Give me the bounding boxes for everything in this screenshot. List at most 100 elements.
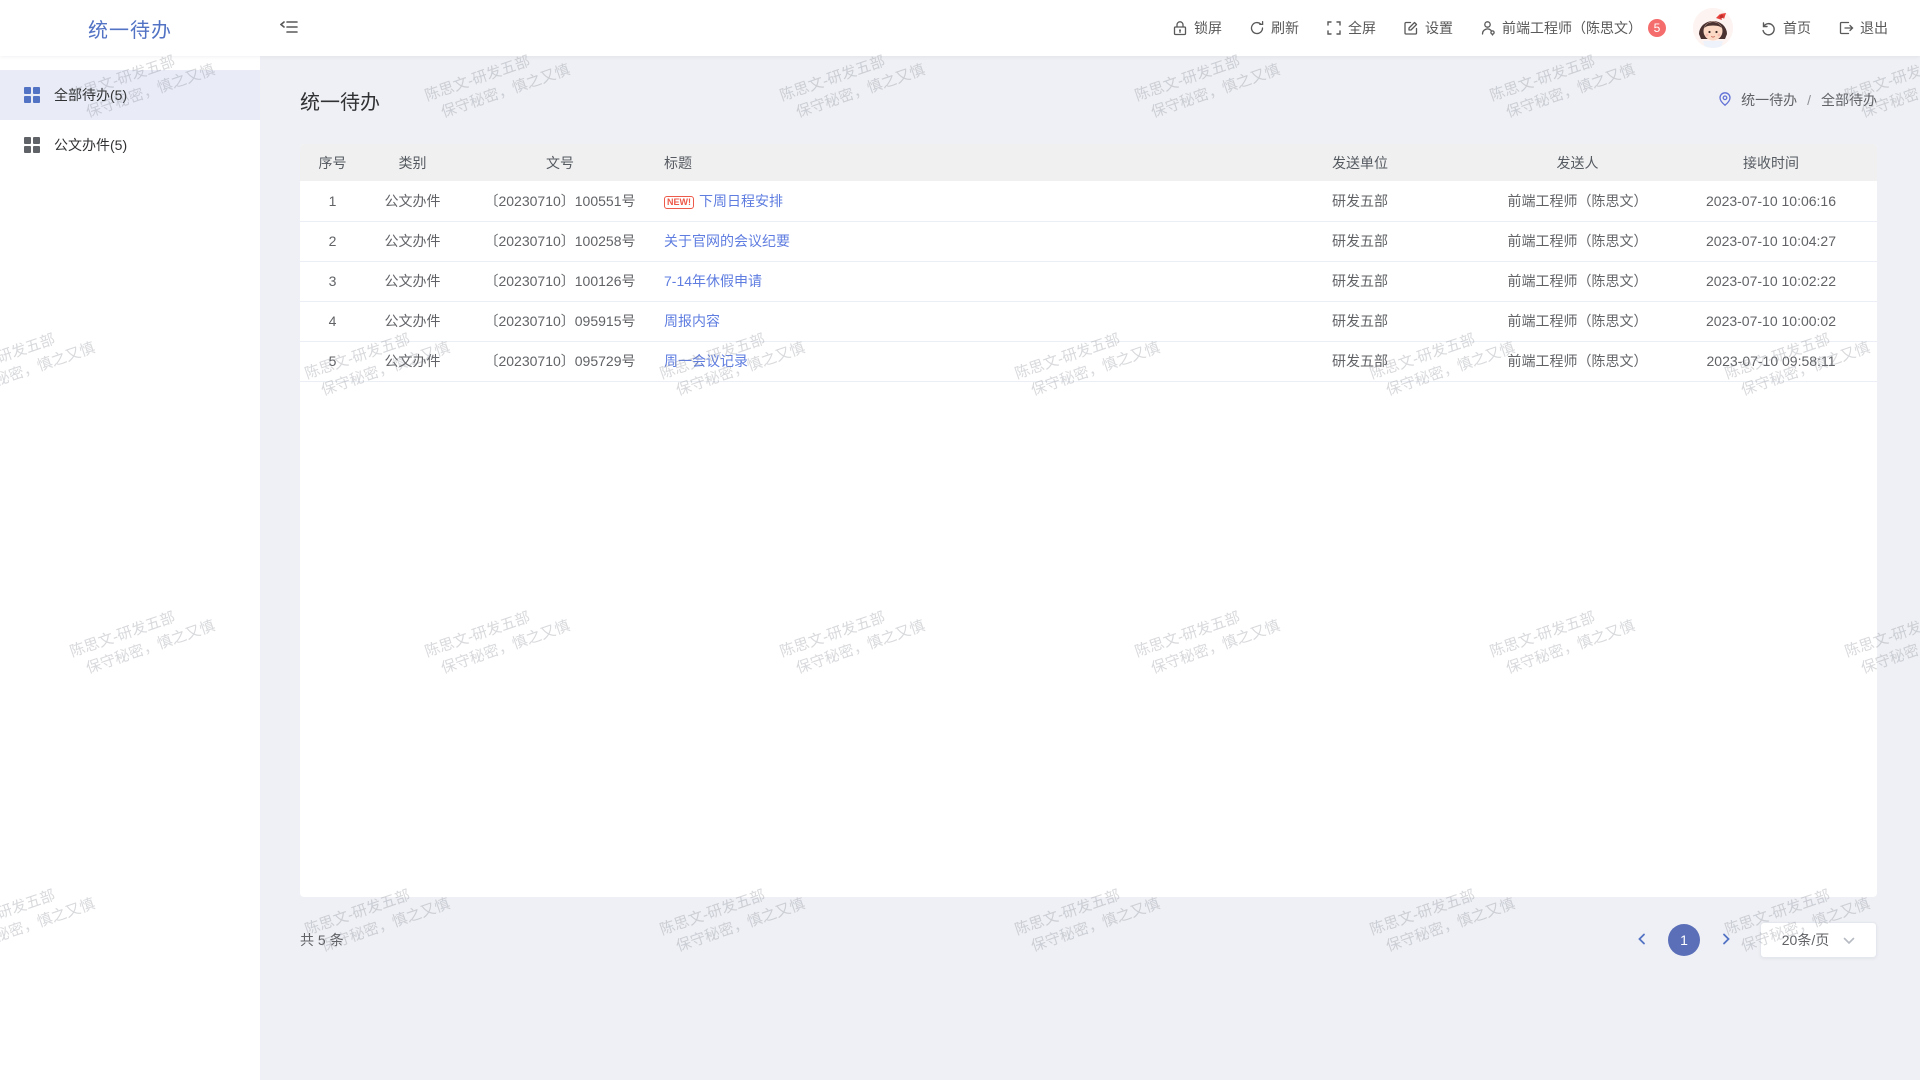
chevron-down-icon bbox=[1843, 932, 1855, 948]
cell-unit: 研发五部 bbox=[1230, 261, 1490, 301]
sidebar-item-all-todo[interactable]: 全部待办(5) bbox=[0, 70, 260, 120]
pagination-total: 共 5 条 bbox=[300, 930, 344, 950]
cell-sender: 前端工程师（陈思文） bbox=[1490, 301, 1665, 341]
page-head: 统一待办 统一待办 / 全部待办 bbox=[300, 56, 1877, 144]
current-user[interactable]: 前端工程师（陈思文） 5 bbox=[1480, 18, 1666, 38]
doc-title-link[interactable]: 7-14年休假申请 bbox=[664, 273, 762, 289]
home-undo-icon bbox=[1760, 20, 1777, 36]
table-header-row: 序号 类别 文号 标题 发送单位 发送人 接收时间 bbox=[300, 144, 1877, 181]
fullscreen-icon bbox=[1326, 20, 1342, 36]
app-logo: 统一待办 bbox=[0, 14, 260, 43]
fullscreen-label: 全屏 bbox=[1348, 18, 1376, 38]
sidebar: 全部待办(5) 公文办件(5) bbox=[0, 56, 260, 1080]
refresh-label: 刷新 bbox=[1271, 18, 1299, 38]
cell-category: 公文办件 bbox=[365, 261, 460, 301]
cell-seq: 4 bbox=[300, 301, 365, 341]
cell-title: 周一会议记录 bbox=[660, 341, 1230, 381]
table-row: 2 公文办件 〔20230710〕100258号 关于官网的会议纪要 研发五部 … bbox=[300, 221, 1877, 261]
table-row: 5 公文办件 〔20230710〕095729号 周一会议记录 研发五部 前端工… bbox=[300, 341, 1877, 381]
cell-doc-no: 〔20230710〕100258号 bbox=[460, 221, 660, 261]
chevron-left-icon bbox=[1636, 933, 1648, 948]
prev-page-button[interactable] bbox=[1634, 931, 1650, 950]
breadcrumb-item-current[interactable]: 全部待办 bbox=[1821, 90, 1877, 110]
table-row: 3 公文办件 〔20230710〕100126号 7-14年休假申请 研发五部 … bbox=[300, 261, 1877, 301]
grid-icon bbox=[24, 87, 40, 103]
sidebar-item-label: 公文办件(5) bbox=[54, 135, 127, 155]
lock-screen-label: 锁屏 bbox=[1194, 18, 1222, 38]
lock-screen-button[interactable]: 锁屏 bbox=[1172, 18, 1222, 38]
pagination-bar: 共 5 条 1 20条/页 bbox=[300, 922, 1877, 958]
sidebar-item-official-docs[interactable]: 公文办件(5) bbox=[0, 120, 260, 170]
col-header-sender: 发送人 bbox=[1490, 144, 1665, 181]
page-number-button[interactable]: 1 bbox=[1668, 924, 1700, 956]
doc-title-link[interactable]: 下周日程安排 bbox=[699, 193, 783, 209]
cell-received: 2023-07-10 10:02:22 bbox=[1665, 261, 1877, 301]
settings-edit-icon bbox=[1403, 20, 1419, 36]
location-pin-icon bbox=[1717, 91, 1733, 110]
cell-sender: 前端工程师（陈思文） bbox=[1490, 181, 1665, 221]
collapse-menu-icon bbox=[280, 19, 298, 38]
logout-icon bbox=[1838, 20, 1854, 36]
main-content: 统一待办 统一待办 / 全部待办 序号 bbox=[260, 56, 1920, 1080]
logout-button[interactable]: 退出 bbox=[1838, 18, 1888, 38]
cell-sender: 前端工程师（陈思文） bbox=[1490, 341, 1665, 381]
todo-table: 序号 类别 文号 标题 发送单位 发送人 接收时间 1 公文办件 〔202307… bbox=[300, 144, 1877, 382]
cell-sender: 前端工程师（陈思文） bbox=[1490, 261, 1665, 301]
cell-doc-no: 〔20230710〕095729号 bbox=[460, 341, 660, 381]
cell-title: NEW! 下周日程安排 bbox=[660, 181, 1230, 221]
col-header-received: 接收时间 bbox=[1665, 144, 1877, 181]
cell-title: 周报内容 bbox=[660, 301, 1230, 341]
cell-unit: 研发五部 bbox=[1230, 341, 1490, 381]
cell-received: 2023-07-10 10:04:27 bbox=[1665, 221, 1877, 261]
cell-unit: 研发五部 bbox=[1230, 181, 1490, 221]
next-page-button[interactable] bbox=[1718, 931, 1734, 950]
user-name-label: 前端工程师（陈思文） bbox=[1502, 18, 1642, 38]
table-row: 4 公文办件 〔20230710〕095915号 周报内容 研发五部 前端工程师… bbox=[300, 301, 1877, 341]
doc-title-link[interactable]: 周报内容 bbox=[664, 313, 720, 329]
col-header-seq: 序号 bbox=[300, 144, 365, 181]
sidebar-collapse-button[interactable] bbox=[274, 13, 304, 44]
cell-title: 7-14年休假申请 bbox=[660, 261, 1230, 301]
cell-received: 2023-07-10 10:06:16 bbox=[1665, 181, 1877, 221]
settings-label: 设置 bbox=[1425, 18, 1453, 38]
cell-doc-no: 〔20230710〕100551号 bbox=[460, 181, 660, 221]
refresh-icon bbox=[1249, 20, 1265, 36]
cell-category: 公文办件 bbox=[365, 181, 460, 221]
top-bar-actions: 锁屏 刷新 全屏 bbox=[1172, 8, 1920, 48]
cell-category: 公文办件 bbox=[365, 301, 460, 341]
cell-category: 公文办件 bbox=[365, 341, 460, 381]
cell-category: 公文办件 bbox=[365, 221, 460, 261]
fullscreen-button[interactable]: 全屏 bbox=[1326, 18, 1376, 38]
doc-title-link[interactable]: 关于官网的会议纪要 bbox=[664, 233, 790, 249]
lock-icon bbox=[1172, 20, 1188, 36]
cell-doc-no: 〔20230710〕095915号 bbox=[460, 301, 660, 341]
cell-title: 关于官网的会议纪要 bbox=[660, 221, 1230, 261]
cell-seq: 2 bbox=[300, 221, 365, 261]
cell-unit: 研发五部 bbox=[1230, 221, 1490, 261]
settings-button[interactable]: 设置 bbox=[1403, 18, 1453, 38]
cell-seq: 1 bbox=[300, 181, 365, 221]
cell-sender: 前端工程师（陈思文） bbox=[1490, 221, 1665, 261]
cell-doc-no: 〔20230710〕100126号 bbox=[460, 261, 660, 301]
user-icon bbox=[1480, 20, 1496, 36]
col-header-title: 标题 bbox=[660, 144, 1230, 181]
chevron-right-icon bbox=[1720, 933, 1732, 948]
home-button[interactable]: 首页 bbox=[1760, 18, 1811, 38]
avatar[interactable] bbox=[1693, 8, 1733, 48]
sidebar-item-label: 全部待办(5) bbox=[54, 85, 127, 105]
cell-received: 2023-07-10 09:58:11 bbox=[1665, 341, 1877, 381]
top-bar: 统一待办 锁屏 bbox=[0, 0, 1920, 56]
doc-title-link[interactable]: 周一会议记录 bbox=[664, 353, 748, 369]
home-label: 首页 bbox=[1783, 18, 1811, 38]
page-size-select[interactable]: 20条/页 bbox=[1760, 922, 1877, 958]
breadcrumb-item-root[interactable]: 统一待办 bbox=[1741, 90, 1797, 110]
cell-seq: 5 bbox=[300, 341, 365, 381]
new-badge: NEW! bbox=[664, 196, 694, 209]
cell-received: 2023-07-10 10:00:02 bbox=[1665, 301, 1877, 341]
col-header-category: 类别 bbox=[365, 144, 460, 181]
table-row: 1 公文办件 〔20230710〕100551号 NEW! 下周日程安排 研发五部… bbox=[300, 181, 1877, 221]
cell-unit: 研发五部 bbox=[1230, 301, 1490, 341]
refresh-button[interactable]: 刷新 bbox=[1249, 18, 1299, 38]
todo-table-card: 序号 类别 文号 标题 发送单位 发送人 接收时间 1 公文办件 〔202307… bbox=[300, 144, 1877, 897]
col-header-doc-no: 文号 bbox=[460, 144, 660, 181]
